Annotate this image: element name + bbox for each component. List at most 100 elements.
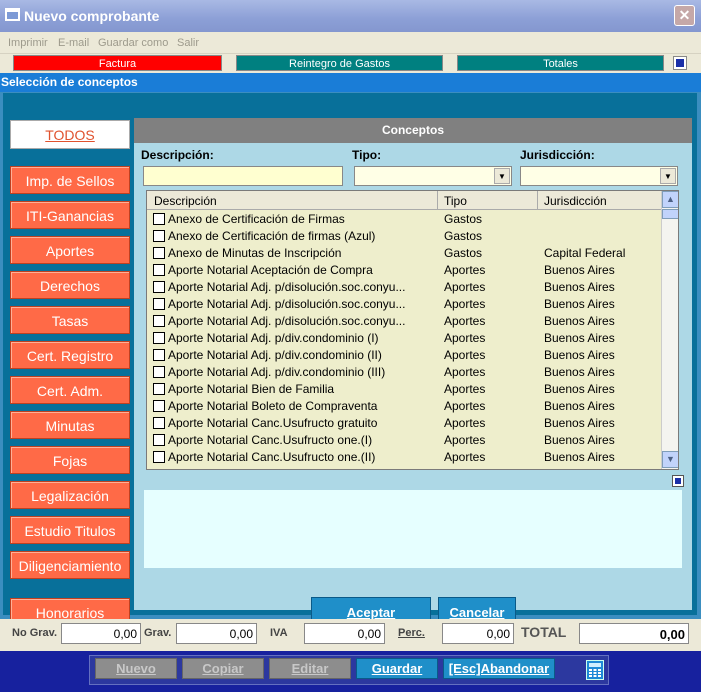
tipo-select[interactable]: ▼ [354, 166, 512, 186]
category-legalizacion-button[interactable]: Legalización [10, 481, 130, 509]
no-grav-value: 0,00 [61, 623, 141, 644]
cell-descripcion: Aporte Notarial Adj. p/div.condominio (I… [168, 348, 382, 362]
cell-jurisdiccion: Buenos Aires [544, 399, 615, 413]
cell-jurisdiccion: Buenos Aires [544, 297, 615, 311]
scroll-up-icon[interactable]: ▲ [662, 191, 678, 208]
row-checkbox[interactable] [153, 247, 165, 259]
row-checkbox[interactable] [153, 213, 165, 225]
descripcion-input[interactable] [143, 166, 343, 186]
jurisdiccion-select[interactable]: ▼ [520, 166, 678, 186]
window-titlebar: Nuevo comprobante ✕ [0, 0, 701, 32]
table-row[interactable]: Aporte Notarial Aceptación de Compra Apor… [147, 262, 661, 279]
row-checkbox[interactable] [153, 349, 165, 361]
cell-tipo: Aportes [444, 314, 486, 328]
cell-tipo: Gastos [444, 212, 483, 226]
perc-value: 0,00 [442, 623, 514, 644]
row-checkbox[interactable] [153, 281, 165, 293]
cell-tipo: Aportes [444, 365, 486, 379]
category-cert-registro-button[interactable]: Cert. Registro [10, 341, 130, 369]
expand-selection-icon[interactable] [672, 475, 684, 487]
menu-item-guardar-como[interactable]: Guardar como [98, 37, 168, 49]
row-checkbox[interactable] [153, 400, 165, 412]
category-minutas-button[interactable]: Minutas [10, 411, 130, 439]
nuevo-button[interactable]: Nuevo [95, 658, 177, 679]
table-row[interactable]: Aporte Notarial Adj. p/disolución.soc.co… [147, 279, 661, 296]
table-row[interactable]: Aporte Notarial Adj. p/disolución.soc.co… [147, 296, 661, 313]
table-row[interactable]: Anexo de Minutas de Inscripción Gastos Cap… [147, 245, 661, 262]
column-header-descripcion[interactable]: Descripción [154, 194, 217, 208]
total-value: 0,00 [579, 623, 689, 644]
copiar-button[interactable]: Copiar [182, 658, 264, 679]
perc-label[interactable]: Perc. [398, 627, 425, 639]
table-row[interactable]: Aporte Notarial Adj. p/disolución.soc.co… [147, 313, 661, 330]
table-row[interactable]: Aporte Notarial Adj. p/div.condominio (I… [147, 330, 661, 347]
category-tasas-button[interactable]: Tasas [10, 306, 130, 334]
table-row[interactable]: Aporte Notarial Canc.Usufructo one.(II) A… [147, 449, 661, 466]
column-header-jurisdiccion[interactable]: Jurisdicción [544, 194, 607, 208]
table-row[interactable]: Aporte Notarial Adj. p/div.condominio (I… [147, 347, 661, 364]
cell-descripcion: Anexo de Certificación de Firmas [168, 212, 345, 226]
selected-conceptos-area[interactable] [144, 490, 682, 568]
cell-tipo: Aportes [444, 433, 486, 447]
column-separator[interactable] [437, 191, 438, 210]
column-separator[interactable] [537, 191, 538, 210]
category-imp-sellos-button[interactable]: Imp. de Sellos [10, 166, 130, 194]
table-row[interactable]: Aporte Notarial Canc.Usufructo gratuito A… [147, 415, 661, 432]
chevron-down-icon[interactable]: ▼ [660, 168, 676, 184]
row-checkbox[interactable] [153, 417, 165, 429]
window-icon [5, 8, 20, 21]
cell-descripcion: Aporte Notarial Adj. p/disolución.soc.co… [168, 297, 406, 311]
chevron-down-icon[interactable]: ▼ [494, 168, 510, 184]
category-derechos-button[interactable]: Derechos [10, 271, 130, 299]
category-cert-adm-button[interactable]: Cert. Adm. [10, 376, 130, 404]
document-tabs: Factura Reintegro de Gastos Totales [0, 54, 701, 72]
row-checkbox[interactable] [153, 366, 165, 378]
category-aportes-button[interactable]: Aportes [10, 236, 130, 264]
scroll-thumb[interactable] [662, 209, 678, 219]
cell-tipo: Gastos [444, 246, 483, 260]
table-row[interactable]: Anexo de Certificación de Firmas Gastos [147, 211, 661, 228]
table-row[interactable]: Anexo de Certificación de firmas (Azul) G… [147, 228, 661, 245]
row-checkbox[interactable] [153, 315, 165, 327]
tab-factura[interactable]: Factura [13, 55, 222, 71]
menu-item-salir[interactable]: Salir [177, 37, 199, 49]
grid-vertical-scrollbar[interactable]: ▲ ▼ [661, 191, 678, 469]
calculator-icon[interactable] [586, 660, 604, 680]
row-checkbox[interactable] [153, 434, 165, 446]
table-row[interactable]: Aporte Notarial Canc.Usufructo one.(I) Ap… [147, 432, 661, 449]
row-checkbox[interactable] [153, 383, 165, 395]
tab-reintegro-gastos[interactable]: Reintegro de Gastos [236, 55, 443, 71]
dialog-title: Selección de conceptos [0, 73, 701, 92]
close-icon[interactable]: ✕ [674, 5, 695, 26]
table-row[interactable]: Aporte Notarial Boleto de Compraventa Apo… [147, 398, 661, 415]
menu-item-email[interactable]: E-mail [58, 37, 89, 49]
editar-button[interactable]: Editar [269, 658, 351, 679]
menu-item-imprimir[interactable]: Imprimir [8, 37, 48, 49]
row-checkbox[interactable] [153, 264, 165, 276]
cell-descripcion: Aporte Notarial Adj. p/div.condominio (I… [168, 331, 379, 345]
cell-tipo: Aportes [444, 297, 486, 311]
abandonar-button[interactable]: [Esc]Abandonar [443, 658, 555, 679]
tab-totales[interactable]: Totales [457, 55, 664, 71]
minimize-panel-icon[interactable] [673, 56, 687, 70]
totals-bar: No Grav. 0,00 Grav. 0,00 IVA 0,00 Perc. … [0, 619, 701, 649]
scroll-down-icon[interactable]: ▼ [662, 451, 678, 468]
category-diligenciamiento-button[interactable]: Diligenciamiento [10, 551, 130, 579]
row-checkbox[interactable] [153, 298, 165, 310]
iva-value: 0,00 [304, 623, 385, 644]
row-checkbox[interactable] [153, 230, 165, 242]
cell-descripcion: Anexo de Minutas de Inscripción [168, 246, 342, 260]
table-row[interactable]: Aporte Notarial Adj. p/div.condominio (I… [147, 364, 661, 381]
guardar-button[interactable]: Guardar [356, 658, 438, 679]
category-estudio-titulos-button[interactable]: Estudio Titulos [10, 516, 130, 544]
cell-descripcion: Aporte Notarial Canc.Usufructo one.(I) [168, 433, 373, 447]
cell-tipo: Aportes [444, 331, 486, 345]
table-row[interactable]: Aporte Notarial Bien de Familia Aportes Bu… [147, 381, 661, 398]
row-checkbox[interactable] [153, 332, 165, 344]
category-iti-ganancias-button[interactable]: ITI-Ganancias [10, 201, 130, 229]
cell-descripcion: Aporte Notarial Aceptación de Compra [168, 263, 373, 277]
row-checkbox[interactable] [153, 451, 165, 463]
column-header-tipo[interactable]: Tipo [444, 194, 467, 208]
category-fojas-button[interactable]: Fojas [10, 446, 130, 474]
category-todos-button[interactable]: TODOS [10, 120, 130, 149]
